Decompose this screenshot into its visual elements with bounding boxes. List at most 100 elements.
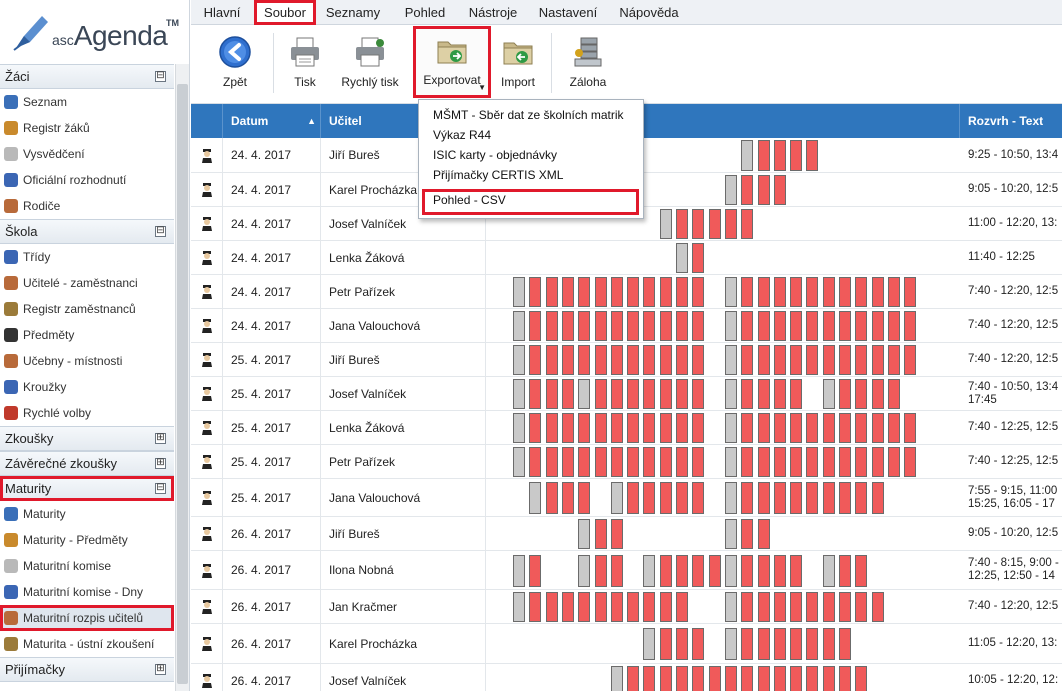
registr-zaku-icon — [4, 121, 18, 135]
schedule-text-cell: 7:40 - 12:25, 12:5 — [968, 421, 1059, 433]
table-row[interactable]: 26. 4. 2017 Jiří Bureš 9:05 - 10:20, 12:5 — [191, 517, 1062, 551]
sidebar-item-label: Registr žáků — [23, 121, 90, 135]
exam-slot-busy — [839, 447, 851, 477]
sidebar-section-zaverecne-zkousky[interactable]: Závěrečné zkoušky ⊞ — [0, 451, 174, 476]
table-row[interactable]: 25. 4. 2017 Jana Valouchová 7:55 - 9:15, 1… — [191, 479, 1062, 517]
exam-slot-busy — [741, 277, 754, 307]
sidebar-item-rodice[interactable]: Rodiče — [0, 193, 174, 219]
backup-button[interactable]: Záloha — [563, 31, 613, 99]
menu-tab-nastaveni[interactable]: Nastavení — [535, 0, 601, 25]
sidebar-item-rychle-volby[interactable]: Rychlé volby — [0, 400, 174, 426]
exam-slot-busy — [887, 447, 900, 477]
import-button[interactable]: Import — [497, 31, 539, 99]
teacher-avatar-icon — [202, 674, 212, 688]
exam-slot-busy — [529, 413, 542, 443]
exam-slot-busy — [561, 592, 574, 622]
table-row[interactable]: 24. 4. 2017 Jana Valouchová 7:40 - 12:20, … — [191, 309, 1062, 343]
sidebar-item-krouzky[interactable]: Kroužky — [0, 374, 174, 400]
table-row[interactable]: 25. 4. 2017 Petr Pařízek 7:40 - 12:25, 12:… — [191, 445, 1062, 479]
exam-slot-busy — [692, 413, 705, 443]
sidebar-item-maturity[interactable]: Maturity — [0, 501, 174, 527]
print-button[interactable]: Tisk — [283, 31, 327, 99]
exam-slot-busy — [692, 209, 705, 239]
sidebar-item-vysvedceni[interactable]: Vysvědčení — [0, 141, 174, 167]
date-cell: 24. 4. 2017 — [223, 241, 321, 274]
sidebar-item-ucitele-zamestnanci[interactable]: Učitelé - zaměstnanci — [0, 270, 174, 296]
sidebar-item-oficialni-rozhodnuti[interactable]: Oficiální rozhodnutí — [0, 167, 174, 193]
exam-slot-busy — [708, 554, 721, 587]
sidebar-section-maturity[interactable]: Maturity ⊟ — [0, 476, 174, 501]
teacher-cell: Jiří Bureš — [321, 343, 486, 376]
sidebar-item-registr-zamestnancu[interactable]: Registr zaměstnanců — [0, 296, 174, 322]
exam-slot-break — [724, 447, 737, 477]
sidebar-item-maturitni-rozpis-ucitelu[interactable]: Maturitní rozpis učitelů — [0, 605, 174, 631]
exam-slot-break — [724, 592, 737, 622]
quick-print-button[interactable]: Rychlý tisk — [336, 31, 404, 99]
sidebar-item-registr-zaku[interactable]: Registr žáků — [0, 115, 174, 141]
export-menu-item-pohled-csv[interactable]: Pohled - CSV — [422, 189, 639, 215]
collapse-toggle-icon[interactable]: ⊟ — [155, 71, 166, 82]
table-row[interactable]: 26. 4. 2017 Jan Kračmer 7:40 - 12:20, 12:5 — [191, 590, 1062, 624]
table-row[interactable]: 24. 4. 2017 Petr Pařízek 7:40 - 12:20, 12:… — [191, 275, 1062, 309]
sidebar-item-seznam[interactable]: Seznam — [0, 89, 174, 115]
collapse-toggle-icon[interactable]: ⊟ — [155, 483, 166, 494]
column-header-avatar[interactable] — [191, 104, 223, 138]
exam-slot-busy — [578, 592, 591, 622]
column-header-schedule-text[interactable]: Rozvrh - Text — [960, 104, 1062, 138]
sidebar-item-maturitni-komise[interactable]: Maturitní komise — [0, 553, 174, 579]
menu-tab-pohled[interactable]: Pohled — [399, 0, 451, 25]
exam-slot-busy — [904, 413, 917, 443]
expand-toggle-icon[interactable]: ⊞ — [155, 433, 166, 444]
sidebar-section-prijimacky[interactable]: Přijímačky ⊞ — [0, 657, 174, 682]
exam-slot-busy — [529, 311, 542, 341]
table-row[interactable]: 25. 4. 2017 Josef Valníček 7:40 - 10:50, 1… — [191, 377, 1062, 411]
sidebar-item-predmety[interactable]: Předměty — [0, 322, 174, 348]
exam-slot-busy — [822, 311, 835, 341]
sidebar-item-maturitni-komise-dny[interactable]: Maturitní komise - Dny — [0, 579, 174, 605]
avatar-cell — [191, 138, 223, 172]
menu-tab-seznamy[interactable]: Seznamy — [321, 0, 385, 25]
expand-toggle-icon[interactable]: ⊞ — [155, 664, 166, 675]
menu-tab-nastroje[interactable]: Nástroje — [463, 0, 523, 25]
exam-slot-busy — [529, 592, 542, 622]
table-row[interactable]: 26. 4. 2017 Ilona Nobná 7:40 - 8:15, 9:00 … — [191, 551, 1062, 590]
export-menu-item-vykaz-r44[interactable]: Výkaz R44 — [433, 126, 491, 144]
date-cell: 25. 4. 2017 — [223, 479, 321, 516]
export-menu-item-msmt-sber-dat-ze-skolnich-matrik[interactable]: MŠMT - Sběr dat ze školních matrik — [433, 106, 624, 124]
app-logo: ascAgenda TM — [8, 6, 184, 56]
table-row[interactable]: 25. 4. 2017 Jiří Bureš 7:40 - 12:20, 12:5 — [191, 343, 1062, 377]
expand-toggle-icon[interactable]: ⊞ — [155, 458, 166, 469]
collapse-toggle-icon[interactable]: ⊟ — [155, 226, 166, 237]
export-menu-item-isic-karty-objednavky[interactable]: ISIC karty - objednávky — [433, 146, 557, 164]
back-button[interactable]: Zpět — [209, 31, 261, 99]
menu-tab-soubor[interactable]: Soubor — [254, 0, 316, 25]
export-button[interactable]: Exportovat ▼ — [413, 26, 491, 98]
exam-slot-busy — [757, 277, 770, 307]
exam-slot-busy — [659, 277, 672, 307]
sidebar-scrollbar[interactable] — [175, 64, 189, 691]
scrollbar-thumb[interactable] — [177, 84, 188, 684]
sidebar-section-skola[interactable]: Škola ⊟ — [0, 219, 174, 244]
column-header-date[interactable]: Datum ▲ — [223, 104, 321, 138]
sidebar-item-tridy[interactable]: Třídy — [0, 244, 174, 270]
exam-slot-break — [513, 447, 525, 477]
table-row[interactable]: 25. 4. 2017 Lenka Žáková 7:40 - 12:25, 12:… — [191, 411, 1062, 445]
table-row[interactable]: 24. 4. 2017 Lenka Žáková 11:40 - 12:25 — [191, 241, 1062, 275]
menu-tab-hlavni[interactable]: Hlavní — [197, 0, 247, 25]
menu-tab-napoveda[interactable]: Nápověda — [614, 0, 684, 25]
exam-slot-busy — [757, 311, 770, 341]
exam-slot-busy — [904, 311, 917, 341]
export-menu-item-prijimacky-certis-xml[interactable]: Přijímačky CERTIS XML — [433, 166, 563, 184]
exam-slot-busy — [871, 345, 884, 375]
table-row[interactable]: 26. 4. 2017 Karel Procházka 11:05 - 12:20,… — [191, 624, 1062, 664]
sidebar-item-maturita-ustni-zkouseni[interactable]: Maturita - ústní zkoušení — [0, 631, 174, 657]
avatar-cell — [191, 445, 223, 478]
sidebar-section-zkousky[interactable]: Zkoušky ⊞ — [0, 426, 174, 451]
exam-slot-busy — [806, 666, 819, 691]
sidebar-item-maturity-predmety[interactable]: Maturity - Předměty — [0, 527, 174, 553]
sidebar-item-ucebny-mistnosti[interactable]: Učebny - místnosti — [0, 348, 174, 374]
table-row[interactable]: 26. 4. 2017 Josef Valníček 10:05 - 12:20, … — [191, 664, 1062, 691]
sidebar-section-zaci[interactable]: Žáci ⊟ — [0, 64, 174, 89]
date-cell: 26. 4. 2017 — [223, 624, 321, 663]
ucitele-zamestnanci-icon — [4, 276, 18, 290]
